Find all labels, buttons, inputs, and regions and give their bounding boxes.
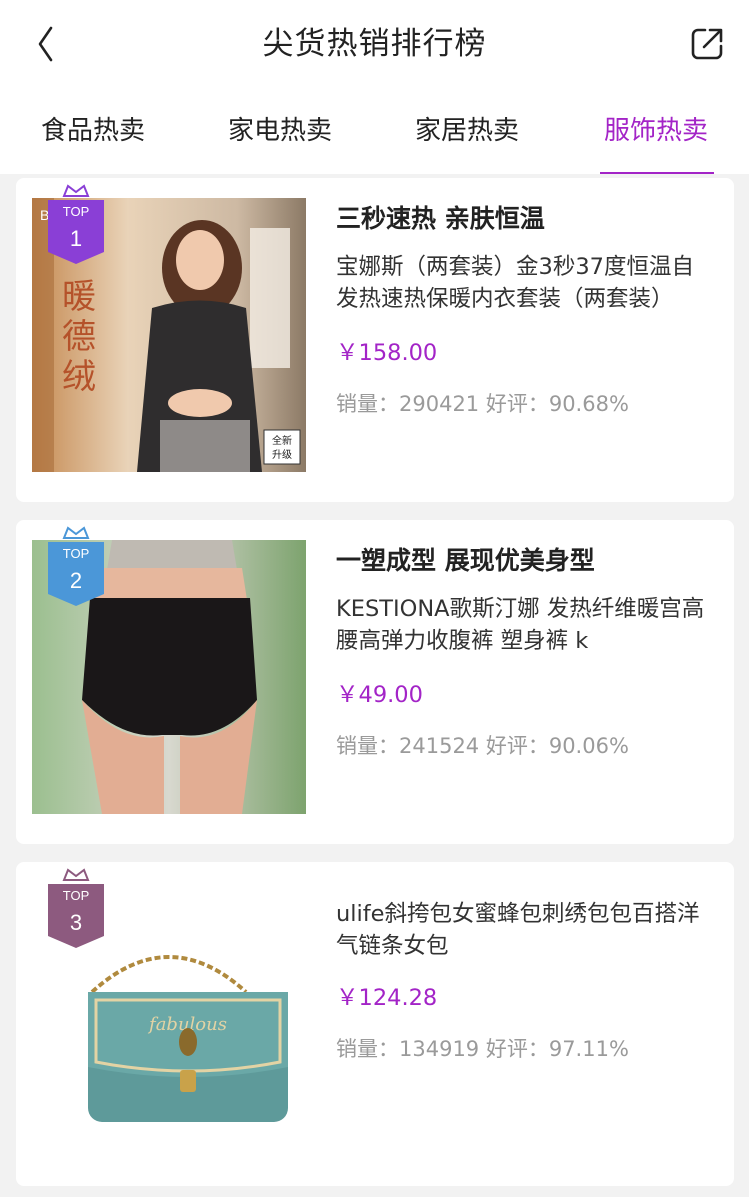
tab-home[interactable]: 家居热卖 <box>377 88 557 174</box>
svg-text:暖: 暖 <box>62 277 96 317</box>
product-price: ￥124.28 <box>336 985 438 1011</box>
rank-badge-1: TOP 1 <box>48 178 104 264</box>
product-description[interactable]: 宝娜斯（两套装）金3秒37度恒温自发热速热保暖内衣套装（两套装） <box>336 251 714 315</box>
product-price: ￥158.00 <box>336 340 438 366</box>
share-external-icon <box>691 28 723 60</box>
badge-top-label: TOP <box>62 204 90 219</box>
page-title: 尖货热销排行榜 <box>262 26 487 62</box>
active-tab-indicator <box>600 172 714 174</box>
svg-text:绒: 绒 <box>62 357 96 397</box>
product-card-2[interactable]: TOP 2 一塑成型 展现优美身型 KESTIONA歌斯汀娜 发热纤维暖宫高腰高… <box>16 520 734 844</box>
badge-top-label: TOP <box>62 888 90 903</box>
badge-top-label: TOP <box>62 546 90 561</box>
svg-text:全新: 全新 <box>272 434 292 447</box>
product-info: 三秒速热 亲肤恒温 宝娜斯（两套装）金3秒37度恒温自发热速热保暖内衣套装（两套… <box>336 202 714 419</box>
product-stats: 销量：241524 好评：90.06% <box>336 734 629 758</box>
product-description[interactable]: ulife斜挎包女蜜蜂包刺绣包包百搭洋气链条女包 <box>336 898 714 962</box>
tab-apparel[interactable]: 服饰热卖 <box>566 88 746 174</box>
nav-bar: 尖货热销排行榜 <box>0 0 749 88</box>
svg-text:德: 德 <box>62 317 96 357</box>
product-description[interactable]: KESTIONA歌斯汀娜 发热纤维暖宫高腰高弹力收腹裤 塑身裤 k <box>336 593 714 657</box>
product-headline: 三秒速热 亲肤恒温 <box>336 204 545 233</box>
product-stats: 销量：290421 好评：90.68% <box>336 392 629 416</box>
product-headline: 一塑成型 展现优美身型 <box>336 546 595 575</box>
product-stats: 销量：134919 好评：97.11% <box>336 1037 629 1061</box>
tab-appliances[interactable]: 家电热卖 <box>190 88 370 174</box>
share-button[interactable] <box>687 24 727 64</box>
rank-badge-3: TOP 3 <box>48 862 104 948</box>
svg-text:升级: 升级 <box>272 449 292 461</box>
badge-rank-number: 3 <box>69 910 83 935</box>
badge-rank-number: 2 <box>69 568 83 593</box>
product-info: ulife斜挎包女蜜蜂包刺绣包包百搭洋气链条女包 ￥124.28 销量：1349… <box>336 898 714 1064</box>
product-card-3[interactable]: fabulous TOP 3 ulife斜挎包女蜜蜂包刺绣包包百搭洋气链条女包 … <box>16 862 734 1186</box>
rank-badge-2: TOP 2 <box>48 520 104 606</box>
product-info: 一塑成型 展现优美身型 KESTIONA歌斯汀娜 发热纤维暖宫高腰高弹力收腹裤 … <box>336 544 714 761</box>
category-tab-bar: 食品热卖 家电热卖 家居热卖 服饰热卖 <box>0 88 749 174</box>
product-price: ￥49.00 <box>336 682 423 708</box>
badge-rank-number: 1 <box>69 226 83 251</box>
product-card-1[interactable]: 全新 升级 BONAS 暖 德 绒 TOP 1 三秒速热 亲肤恒温 宝娜斯（两套… <box>16 178 734 502</box>
tab-food[interactable]: 食品热卖 <box>3 88 183 174</box>
